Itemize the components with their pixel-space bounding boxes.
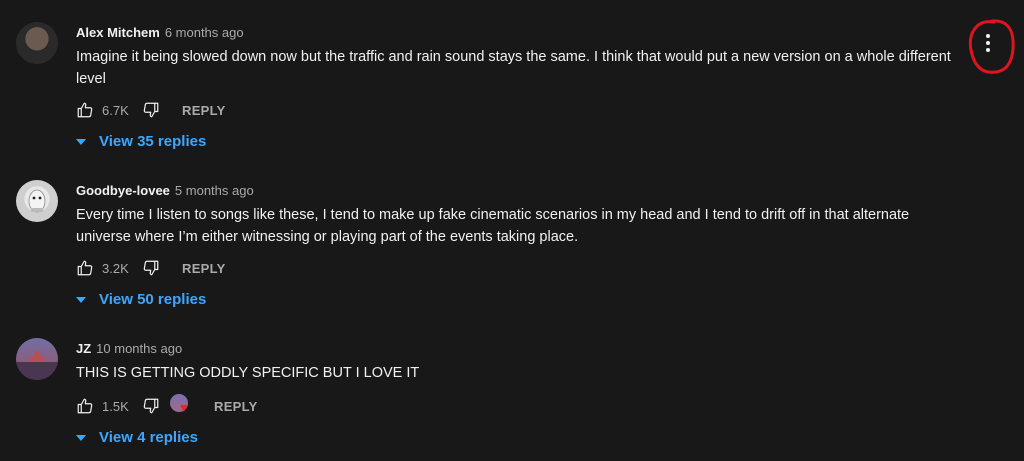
thumb-up-icon[interactable] [76,259,94,277]
view-replies-label: View 4 replies [99,429,198,446]
timestamp[interactable]: 5 months ago [175,183,254,198]
timestamp[interactable]: 10 months ago [96,341,182,356]
timestamp[interactable]: 6 months ago [165,25,244,40]
comment-header: Alex Mitchem 6 months ago [76,25,244,40]
caret-down-icon [76,296,86,303]
author-name[interactable]: JZ [76,341,91,356]
comment-header: JZ 10 months ago [76,341,182,356]
view-replies-button[interactable]: View 4 replies [76,429,198,446]
like-count: 1.5K [102,398,129,414]
comment-actions: 6.7K REPLY [76,100,226,120]
more-vertical-icon [968,19,1015,74]
view-replies-label: View 50 replies [99,291,207,308]
thumb-up-icon[interactable] [76,397,94,415]
comment-actions: 3.2K REPLY [76,258,226,278]
reply-button[interactable]: REPLY [182,261,226,276]
author-name[interactable]: Goodbye-lovee [76,183,170,198]
avatar[interactable] [16,22,58,64]
thumb-up-icon[interactable] [76,101,94,119]
avatar[interactable] [16,180,58,222]
heart-icon: ♥ [180,400,188,415]
like-count: 3.2K [102,260,129,276]
comment-text: THIS IS GETTING ODDLY SPECIFIC BUT I LOV… [76,365,420,381]
comment-text: Imagine it being slowed down now but the… [76,49,951,87]
like-count: 6.7K [102,102,129,118]
creator-heart-badge: ♥ [170,394,194,418]
caret-down-icon [76,434,86,441]
author-name[interactable]: Alex Mitchem [76,25,160,40]
avatar[interactable] [16,338,58,380]
avatar-image [16,350,58,380]
comment-header: Goodbye-lovee 5 months ago [76,183,254,198]
view-replies-label: View 35 replies [99,133,207,150]
comment-more-button[interactable] [968,16,1018,78]
thumb-down-icon[interactable] [142,397,160,415]
reply-button[interactable]: REPLY [182,103,226,118]
view-replies-button[interactable]: View 35 replies [76,133,206,150]
comment-actions: 1.5K ♥ REPLY [76,394,258,418]
avatar-image [28,189,46,213]
view-replies-button[interactable]: View 50 replies [76,291,206,308]
comment-text: Every time I listen to songs like these,… [76,207,910,245]
thumb-down-icon[interactable] [142,259,160,277]
caret-down-icon [76,138,86,145]
reply-button[interactable]: REPLY [214,399,258,414]
thumb-down-icon[interactable] [142,101,160,119]
